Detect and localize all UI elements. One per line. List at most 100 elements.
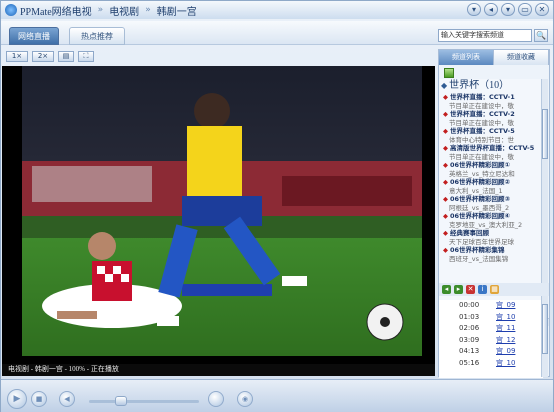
channel-item[interactable]: ◆ 06世界杯精彩回顾④ 克罗地亚_vs_澳大利亚_2	[439, 212, 543, 229]
program-schedule: 00:00 宫_09 01:03 宫_10 02:06 宫_11 03:09 宫_12 04:1…	[439, 300, 543, 378]
channel-desc: 天下足球百年世界足球	[449, 237, 514, 246]
bullet-icon: ◆	[443, 195, 448, 203]
app-window: PPMate网络电视 » 电视剧 » 韩剧一宫 ▾ ◂ ▾ ▭ ✕ 网络直播 热…	[0, 0, 554, 412]
channel-group-header[interactable]: ◆ 世界杯（10）	[439, 79, 543, 93]
channel-item[interactable]: ◆ 06世界杯精彩集锦 西班牙_vs_法国集锦	[439, 246, 543, 263]
search-input[interactable]: 输入关键字搜索频道	[438, 29, 532, 42]
scrollbar-thumb[interactable]	[542, 304, 548, 354]
play-icon[interactable]: ▶	[7, 389, 27, 409]
epg-time: 00:00	[459, 301, 480, 309]
channel-name: 世界杯直播：CCTV-2	[450, 110, 515, 118]
close-icon[interactable]: ✕	[535, 3, 549, 16]
close-epg-icon[interactable]: ✕	[466, 285, 475, 294]
expand-arrow-icon[interactable]: ◆	[441, 81, 447, 90]
epg-time: 03:09	[459, 335, 480, 344]
breadcrumb-separator: »	[145, 5, 151, 15]
bullet-icon: ◆	[443, 212, 448, 220]
bullet-icon: ◆	[443, 93, 448, 101]
channel-desc: 节目单正在建设中，敬	[449, 152, 514, 161]
channel-desc: 意大利_vs_法国_1	[449, 186, 503, 195]
tab-hot[interactable]: 热点推荐	[69, 27, 125, 45]
epg-program-link[interactable]: 宫_11	[496, 323, 515, 335]
snapshot-icon[interactable]: ◉	[237, 391, 253, 407]
channel-item[interactable]: ◆ 06世界杯精彩回顾① 英格兰_vs_特立尼达和	[439, 161, 543, 178]
epg-time: 05:16	[459, 358, 480, 367]
channel-name: 06世界杯精彩回顾①	[450, 161, 511, 169]
epg-program-link[interactable]: 宫_09	[496, 346, 515, 358]
channel-name: 世界杯直播：CCTV-5	[450, 127, 515, 135]
epg-program-link[interactable]: 宫_12	[496, 335, 515, 347]
back-icon[interactable]: ◂	[484, 3, 498, 16]
bullet-icon: ◆	[443, 246, 448, 254]
channel-name: 06世界杯精彩回顾③	[450, 195, 511, 203]
soccer-ball	[366, 303, 404, 341]
epg-time: 04:13	[459, 347, 480, 355]
epg-program-link[interactable]: 宫_10	[496, 358, 515, 370]
minimize-icon[interactable]: ▾	[501, 3, 515, 16]
scrollbar-thumb[interactable]	[542, 109, 548, 159]
channel-item[interactable]: ◆ 世界杯直播：CCTV-5 体育中心特别节目：世	[439, 127, 543, 144]
volume-slider-knob[interactable]	[115, 396, 127, 406]
app-logo-icon	[5, 4, 17, 16]
tab-channel-favorites[interactable]: 频道收藏	[494, 50, 549, 65]
bullet-icon: ◆	[443, 110, 448, 118]
bullet-icon: ◆	[443, 144, 448, 152]
menu-dropdown-icon[interactable]: ▾	[467, 3, 481, 16]
channel-name: 经典赛事回顾	[450, 229, 489, 237]
channel-item[interactable]: ◆ 经典赛事回顾 天下足球百年世界足球	[439, 229, 543, 246]
window-controls: ▾ ◂ ▾ ▭ ✕	[467, 3, 549, 16]
bullet-icon: ◆	[443, 127, 448, 135]
channel-item[interactable]: ◆ 世界杯直播：CCTV-2 节目单正在建设中，敬	[439, 110, 543, 127]
epg-row: 02:06 宫_11	[439, 323, 543, 335]
channel-item[interactable]: ◆ 06世界杯精彩回顾③ 阿根廷_vs_墨西哥_2	[439, 195, 543, 212]
zoom-2x-button[interactable]: 2×	[32, 51, 54, 62]
epg-row: 05:16 宫_10	[439, 358, 543, 370]
epg-row: 03:09 宫_12	[439, 335, 543, 347]
tab-live[interactable]: 网络直播	[9, 27, 59, 45]
record-icon[interactable]	[208, 391, 224, 407]
bullet-icon: ◆	[443, 161, 448, 169]
bullet-icon: ◆	[443, 229, 448, 237]
channel-name: 06世界杯精彩回顾②	[450, 178, 511, 186]
channel-item[interactable]: ◆ 高清版世界杯直播：CCTV-5 节目单正在建设中，敬	[439, 144, 543, 161]
search-icon[interactable]: 🔍	[534, 29, 548, 42]
channel-desc: 克罗地亚_vs_澳大利亚_2	[449, 220, 523, 229]
zoom-1x-button[interactable]: 1×	[6, 51, 28, 62]
epg-program-link[interactable]: 宫_10	[496, 312, 515, 324]
channel-tabs: 频道列表 频道收藏	[439, 50, 549, 65]
video-player[interactable]	[2, 66, 435, 364]
breadcrumb-section[interactable]: 电视剧	[109, 3, 139, 18]
title-bar: PPMate网络电视 » 电视剧 » 韩剧一宫 ▾ ◂ ▾ ▭ ✕	[1, 1, 553, 19]
channel-desc: 阿根廷_vs_墨西哥_2	[449, 203, 510, 212]
channel-name: 世界杯直播：CCTV-1	[450, 93, 515, 101]
tab-channel-list[interactable]: 频道列表	[439, 50, 494, 65]
epg-scrollbar[interactable]	[541, 300, 548, 377]
compact-mode-icon[interactable]: ▤	[58, 51, 74, 62]
prev-day-icon[interactable]: ◂	[442, 285, 451, 294]
schedule-icon[interactable]: ▦	[490, 285, 499, 294]
channel-item[interactable]: ◆ 06世界杯精彩回顾② 意大利_vs_法国_1	[439, 178, 543, 195]
refresh-icon[interactable]	[444, 68, 454, 78]
breadcrumb-program: 韩剧一宫	[156, 6, 197, 18]
volume-slider[interactable]	[89, 400, 199, 403]
next-day-icon[interactable]: ▸	[454, 285, 463, 294]
maximize-icon[interactable]: ▭	[518, 3, 532, 16]
channel-item[interactable]: ◆ 世界杯直播：CCTV-1 节目单正在建设中，敬	[439, 93, 543, 110]
info-icon[interactable]: i	[478, 285, 487, 294]
volume-icon[interactable]: ◀	[59, 391, 75, 407]
channel-name: 06世界杯精彩集锦	[450, 246, 505, 254]
epg-program-link[interactable]: 宫_09	[496, 300, 515, 312]
app-name: PPMate网络电视	[20, 6, 92, 18]
channel-name: 06世界杯精彩回顾④	[450, 212, 511, 220]
channel-desc: 西班牙_vs_法国集锦	[449, 254, 509, 263]
stop-icon[interactable]: ■	[31, 391, 47, 407]
channel-desc: 体育中心特别节目：世	[449, 135, 514, 144]
epg-time: 02:06	[459, 324, 480, 332]
bullet-icon: ◆	[443, 178, 448, 186]
channel-desc: 节目单正在建设中，敬	[449, 101, 514, 110]
playback-status: 电视剧 - 韩剧一宫 - 100% - 正在播放	[2, 364, 435, 376]
epg-toolbar: ◂ ▸ ✕ i ▦	[439, 283, 549, 296]
epg-row: 01:03 宫_10	[439, 312, 543, 324]
fullscreen-icon[interactable]: ⛶	[78, 51, 94, 62]
channel-list: ◆ 世界杯直播：CCTV-1 节目单正在建设中，敬 ◆ 世界杯直播：CCTV-2 节目单正…	[439, 93, 543, 263]
